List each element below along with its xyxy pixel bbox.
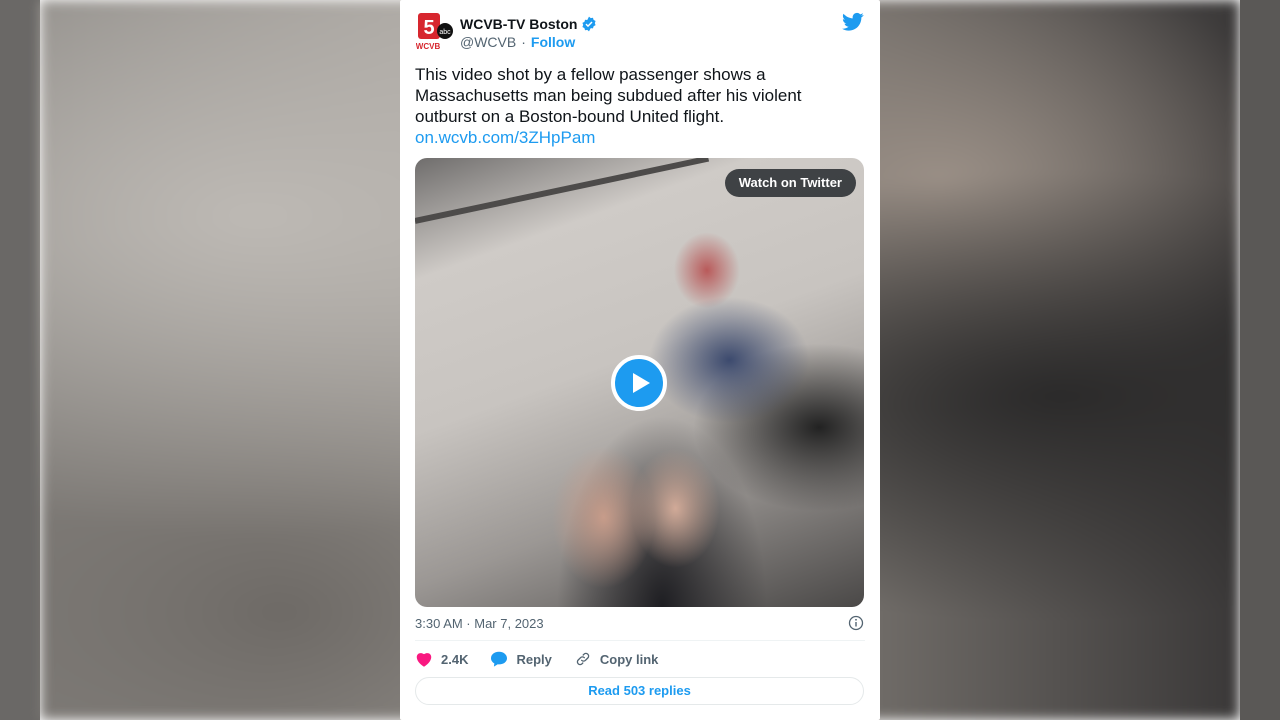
tweet-text-block: This video shot by a fellow passenger sh… [415,64,855,148]
author-name-row[interactable]: WCVB-TV Boston [460,15,597,33]
read-replies-button[interactable]: Read 503 replies [415,677,864,705]
like-count: 2.4K [441,651,469,667]
copy-link-button[interactable]: Copy link [574,651,659,667]
reply-bubble-icon [491,651,508,667]
separator-dot: · [521,34,526,50]
info-icon[interactable] [848,615,864,631]
divider [415,640,865,641]
tweet-actions: 2.4K Reply Copy link [415,648,680,670]
wcvb-logo-icon: 5 abc WCVB [416,13,453,51]
tweet-link[interactable]: on.wcvb.com/3ZHpPam [415,127,855,148]
reply-label: Reply [516,651,552,667]
copy-link-label: Copy link [599,651,659,667]
reply-button[interactable]: Reply [490,651,552,667]
svg-text:5: 5 [423,17,434,39]
display-name[interactable]: WCVB-TV Boston [460,16,577,32]
tweet-embed-card: 5 abc WCVB WCVB-TV Boston @WCVB · Follow… [400,0,880,720]
watch-on-twitter-button[interactable]: Watch on Twitter [724,169,856,197]
follow-button[interactable]: Follow [531,34,575,50]
svg-text:abc: abc [439,29,451,36]
verified-badge-icon [582,16,597,32]
handle[interactable]: @WCVB [460,34,516,50]
svg-text:WCVB: WCVB [416,42,440,51]
overhead-bin-edge [415,158,710,224]
twitter-bird-icon[interactable] [842,12,864,32]
tweet-body: This video shot by a fellow passenger sh… [415,65,802,126]
link-icon [576,652,590,666]
play-button[interactable] [611,355,667,411]
right-bar [1240,0,1280,720]
play-icon [633,373,650,393]
like-button[interactable]: 2.4K [415,651,468,667]
heart-icon [416,653,432,667]
left-bar [0,0,40,720]
handle-row: @WCVB · Follow [460,34,575,50]
video-thumbnail[interactable]: Watch on Twitter [415,158,864,607]
avatar[interactable]: 5 abc WCVB [416,12,456,52]
tweet-timestamp[interactable]: 3:30 AM · Mar 7, 2023 [415,616,544,631]
